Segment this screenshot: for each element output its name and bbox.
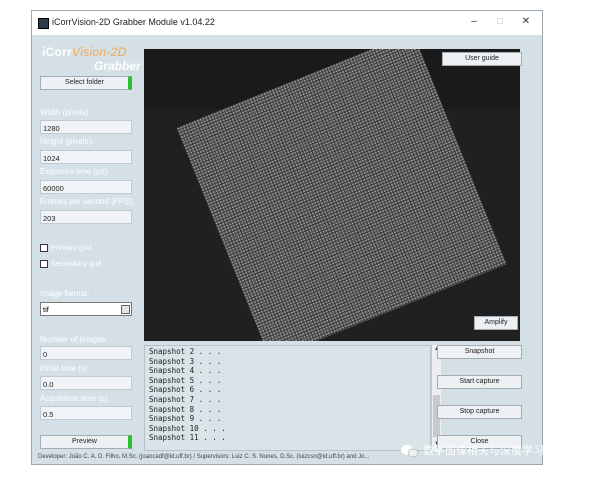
- wechat-icon: [401, 445, 419, 458]
- acq-time-label: Acquisition time (s):: [40, 394, 110, 403]
- app-window: iCorrVision-2D Grabber Module v1.04.22 –…: [31, 10, 543, 465]
- initial-time-field[interactable]: 0.0: [40, 376, 132, 390]
- image-format-label: Image format:: [40, 289, 90, 298]
- select-folder-button[interactable]: Select folder: [40, 76, 132, 90]
- watermark: 数字图像相关与深度学习: [400, 442, 544, 458]
- log-text: Snapshot 2 . . . Snapshot 3 . . . Snapsh…: [149, 347, 226, 443]
- logo-part-b: Vision-2D: [72, 45, 127, 59]
- app-logo: iCorrVision-2D Grabber: [42, 45, 141, 75]
- acq-time-field[interactable]: 0.5: [40, 406, 132, 420]
- image-format-select[interactable]: tif: [40, 302, 132, 316]
- checkbox-icon[interactable]: [40, 244, 48, 253]
- snapshot-button[interactable]: Snapshot: [437, 345, 522, 359]
- width-field[interactable]: 1280: [40, 120, 132, 134]
- maximize-icon[interactable]: □: [492, 16, 508, 27]
- logo-part-a: iCorr: [42, 45, 73, 59]
- height-field[interactable]: 1024: [40, 150, 132, 164]
- exposure-label: Exposure time (μs):: [40, 167, 110, 176]
- num-images-label: Number of images:: [40, 335, 108, 344]
- exposure-field[interactable]: 60000: [40, 180, 132, 194]
- amplify-button[interactable]: Amplify: [474, 316, 518, 330]
- camera-preview: [144, 49, 520, 341]
- secondary-grid-checkbox[interactable]: Secondary grid: [40, 259, 102, 269]
- initial-time-label: Initial time (s):: [40, 364, 90, 373]
- num-images-field[interactable]: 0: [40, 346, 132, 360]
- width-label: Width (pixels):: [40, 108, 91, 117]
- primary-grid-label: Primary grid: [51, 243, 92, 252]
- stop-capture-button[interactable]: Stop capture: [437, 405, 522, 419]
- fps-field[interactable]: 203: [40, 210, 132, 224]
- checkbox-icon[interactable]: [40, 260, 48, 269]
- user-guide-button[interactable]: User guide: [442, 52, 522, 66]
- close-icon[interactable]: ✕: [518, 16, 534, 27]
- minimize-icon[interactable]: –: [466, 16, 482, 27]
- title-bar: iCorrVision-2D Grabber Module v1.04.22 –…: [32, 11, 542, 35]
- height-label: Height (pixels):: [40, 137, 94, 146]
- footer-credits: Developer: João C. A. D. Filho, M.Sc. (j…: [38, 454, 370, 460]
- image-format-value: tif: [43, 305, 49, 314]
- start-capture-button[interactable]: Start capture: [437, 375, 522, 389]
- watermark-text: 数字图像相关与深度学习: [423, 445, 545, 457]
- secondary-grid-label: Secondary grid: [51, 259, 102, 268]
- chevron-down-icon[interactable]: [121, 305, 130, 314]
- fps-label: Frames per second (FPS):: [40, 197, 135, 206]
- app-icon: [38, 18, 49, 29]
- primary-grid-checkbox[interactable]: Primary grid: [40, 243, 92, 253]
- capture-log: Snapshot 2 . . . Snapshot 3 . . . Snapsh…: [144, 345, 431, 451]
- preview-button[interactable]: Preview: [40, 435, 132, 449]
- window-title: iCorrVision-2D Grabber Module v1.04.22: [52, 17, 215, 27]
- logo-part-grabber: Grabber: [94, 59, 141, 73]
